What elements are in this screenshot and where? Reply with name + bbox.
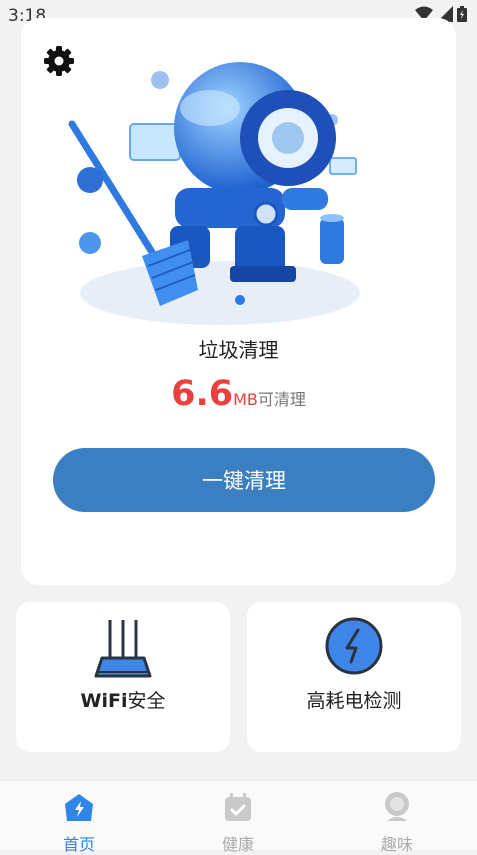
- nav-label-fun: 趣味: [380, 835, 413, 854]
- lightning-circle-icon: [325, 617, 383, 675]
- nav-item-fun[interactable]: 趣味: [347, 787, 447, 854]
- wifi-label-rest: 安全: [127, 690, 166, 712]
- junk-clean-title: 垃圾清理: [198, 338, 279, 362]
- cleanable-size: 6.6MB可清理: [0, 374, 477, 414]
- one-click-clean-button[interactable]: 一键清理: [53, 448, 435, 512]
- home-icon: [65, 794, 93, 821]
- wifi-security-label: WiFi安全: [16, 686, 230, 713]
- nav-item-health[interactable]: 健康: [188, 787, 288, 854]
- power-drain-check-card[interactable]: 高耗电检测: [247, 602, 461, 752]
- battery-icon: [457, 6, 467, 22]
- bottom-nav: 首页 健康 趣味: [0, 780, 477, 854]
- settings-gear-icon[interactable]: [42, 44, 76, 78]
- nav-item-home[interactable]: 首页: [29, 787, 129, 854]
- router-icon: [94, 620, 152, 678]
- nav-label-health: 健康: [221, 835, 254, 854]
- size-value: 6.6: [171, 374, 234, 414]
- face-icon: [385, 792, 409, 821]
- robot-cleaner-illustration: [68, 62, 360, 325]
- power-drain-check-label: 高耗电检测: [306, 690, 402, 712]
- wifi-security-card[interactable]: WiFi安全: [16, 602, 230, 752]
- size-unit: MB: [233, 390, 258, 409]
- wifi-label-strong: WiFi: [80, 690, 128, 712]
- nav-label-home: 首页: [62, 835, 95, 854]
- size-suffix: 可清理: [257, 390, 306, 409]
- calendar-check-icon: [225, 793, 251, 821]
